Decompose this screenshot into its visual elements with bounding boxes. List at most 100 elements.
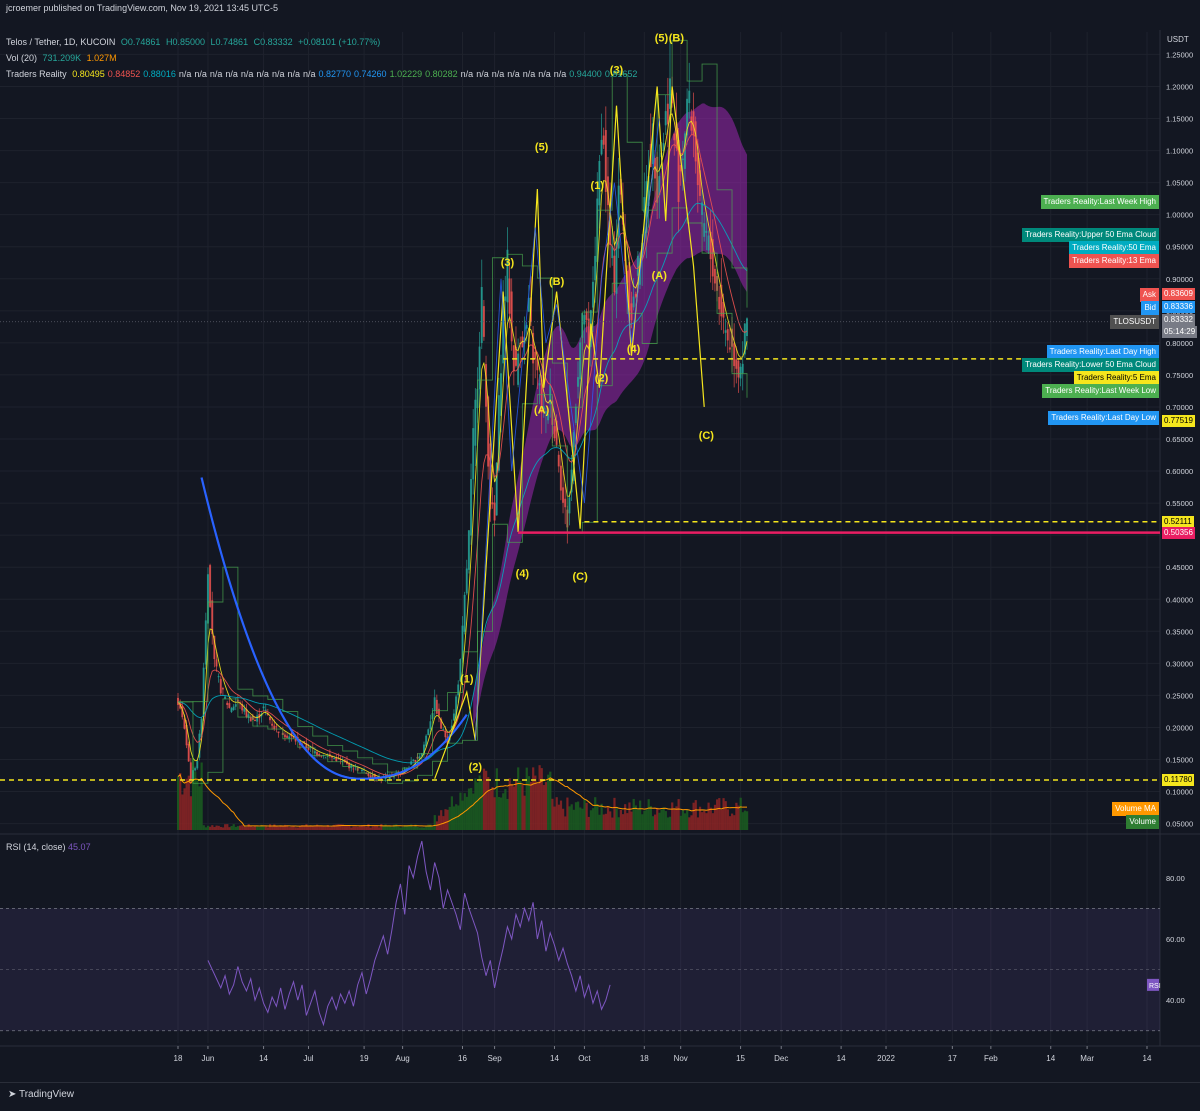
candle-body[interactable] [427,729,430,736]
candle-body[interactable] [277,731,280,734]
candle-body[interactable] [474,399,477,446]
candle-body[interactable] [579,342,582,380]
candle-body[interactable] [324,757,327,759]
candle-body[interactable] [224,696,227,699]
candle-body[interactable] [508,278,511,314]
candle-body[interactable] [217,676,220,678]
candle-body[interactable] [226,702,229,706]
candle-body[interactable] [692,111,695,136]
candle-body[interactable] [414,759,417,763]
traders-reality-legend[interactable]: Traders Reality 0.80495 0.84852 0.88016 n/a… [6,69,640,79]
candle-body[interactable] [504,296,507,301]
candle-body[interactable] [741,363,744,374]
candle-body[interactable] [634,294,637,297]
candle-body[interactable] [234,704,237,707]
rsi-legend[interactable]: RSI (14, close) 45.07 [6,842,91,852]
candle-body[interactable] [393,776,396,778]
quote-tag[interactable]: TLOSUSDT [1110,314,1159,329]
candle-body[interactable] [591,281,594,308]
indicator-tag[interactable]: Traders Reality:Last Week High [1040,194,1159,209]
candle-body[interactable] [412,759,415,762]
candle-body[interactable] [429,721,432,730]
candle-body[interactable] [249,717,252,722]
candle-body[interactable] [480,287,483,344]
candle-body[interactable] [562,487,565,503]
candle-body[interactable] [478,346,481,390]
candle-body[interactable] [666,103,669,125]
candle-body[interactable] [594,255,597,281]
quote-tag[interactable]: Bid [1141,300,1159,315]
candle-body[interactable] [288,736,291,739]
candle-body[interactable] [268,716,271,721]
price-chart[interactable]: USDT 1.25000 1.20000 1.15000 1.10000 1.05000 1… [0,0,1200,1110]
candle-body[interactable] [463,594,466,632]
candle-body[interactable] [493,502,496,521]
candle-body[interactable] [538,383,541,386]
candle-body[interactable] [228,703,231,708]
candle-body[interactable] [739,366,742,379]
candle-body[interactable] [600,139,603,155]
candle-body[interactable] [457,684,460,696]
candle-body[interactable] [724,330,727,333]
candle-body[interactable] [707,235,710,251]
candle-body[interactable] [271,723,274,726]
candle-body[interactable] [187,743,190,762]
candle-body[interactable] [367,773,370,776]
candle-body[interactable] [221,688,224,690]
candle-body[interactable] [360,769,363,772]
candle-body[interactable] [442,728,445,730]
candle-body[interactable] [745,318,748,337]
candle-body[interactable] [262,706,265,709]
candle-body[interactable] [211,600,214,634]
candle-body[interactable] [215,659,218,667]
candle-body[interactable] [703,223,706,237]
candle-body[interactable] [557,454,560,467]
indicator-tag[interactable]: Volume [1126,815,1159,830]
candle-body[interactable] [194,768,197,771]
candle-body[interactable] [275,726,278,728]
candle-body[interactable] [491,502,494,505]
candle-body[interactable] [472,428,475,480]
volume-legend[interactable]: Vol (20) 731.209K 1.027M [6,53,120,63]
candle-body[interactable] [728,347,731,350]
candle-body[interactable] [733,343,736,367]
candle-body[interactable] [681,158,684,161]
candle-body[interactable] [735,359,738,369]
candle-body[interactable] [632,296,635,308]
candle-body[interactable] [553,426,556,439]
candle-body[interactable] [636,255,639,276]
indicator-tag[interactable]: Traders Reality:Last Week Low [1042,383,1159,398]
candle-body[interactable] [613,255,616,293]
candle-body[interactable] [673,133,676,141]
candle-body[interactable] [209,565,212,607]
candle-body[interactable] [705,230,708,233]
candle-body[interactable] [467,530,470,570]
candle-body[interactable] [574,406,577,423]
candle-body[interactable] [437,708,440,716]
candle-body[interactable] [630,303,633,321]
candle-body[interactable] [713,268,716,284]
candle-body[interactable] [232,706,235,711]
candle-body[interactable] [726,329,729,341]
candle-body[interactable] [510,291,513,342]
candle-body[interactable] [254,719,257,722]
candle-body[interactable] [577,377,580,387]
candle-body[interactable] [316,751,319,756]
candle-body[interactable] [465,568,468,594]
candle-body[interactable] [243,708,246,712]
candle-body[interactable] [256,715,259,722]
candle-body[interactable] [444,731,447,738]
candle-body[interactable] [433,697,436,711]
candle-body[interactable] [534,351,537,360]
candle-body[interactable] [230,707,233,712]
candle-body[interactable] [568,497,571,514]
candle-body[interactable] [664,111,667,126]
candle-body[interactable] [189,762,192,781]
candle-body[interactable] [283,734,286,738]
candle-body[interactable] [352,768,355,770]
candle-body[interactable] [435,699,438,714]
candle-body[interactable] [688,90,691,104]
candle-body[interactable] [564,498,567,508]
candle-body[interactable] [718,296,721,310]
indicator-tag[interactable]: Traders Reality:13 Ema [1069,253,1159,268]
